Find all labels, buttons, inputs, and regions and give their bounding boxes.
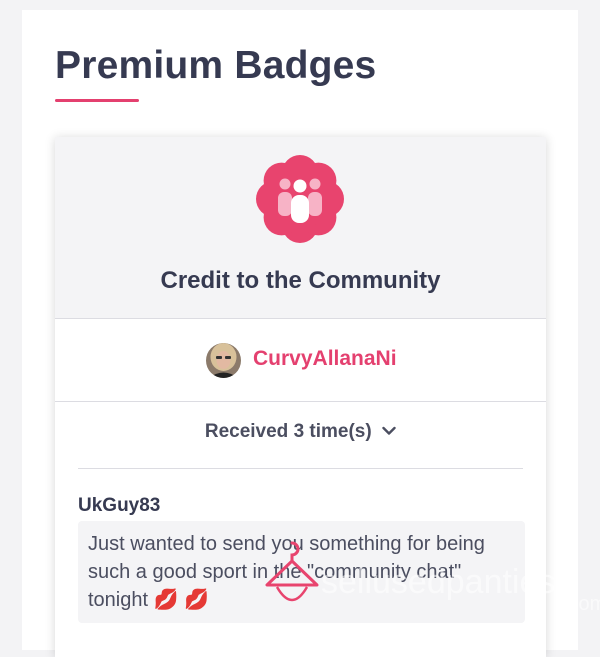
received-count-label: Received 3 time(s) xyxy=(204,421,372,442)
badge-card: Credit to the Community CurvyAllanaNi Re… xyxy=(55,137,546,657)
gift-sender-name[interactable]: UkGuy83 xyxy=(78,495,160,517)
chevron-down-icon xyxy=(382,426,396,435)
premium-badges-page: Premium Badges Credit to the Community C… xyxy=(22,10,600,657)
badge-name: Credit to the Community xyxy=(160,267,441,294)
badge-owner: CurvyAllanaNi xyxy=(55,319,546,402)
title-underline xyxy=(55,99,139,102)
received-count-toggle[interactable]: Received 3 time(s) xyxy=(55,419,546,469)
badge-card-header: Credit to the Community xyxy=(55,137,546,319)
owner-username-link[interactable]: CurvyAllanaNi xyxy=(253,347,397,371)
gift-message: Just wanted to send you something for be… xyxy=(78,521,525,623)
divider xyxy=(78,468,523,469)
page-title: Premium Badges xyxy=(55,44,377,87)
user-avatar[interactable] xyxy=(206,343,241,378)
community-people-icon xyxy=(256,155,344,243)
watermark-domain: .com xyxy=(563,593,600,615)
